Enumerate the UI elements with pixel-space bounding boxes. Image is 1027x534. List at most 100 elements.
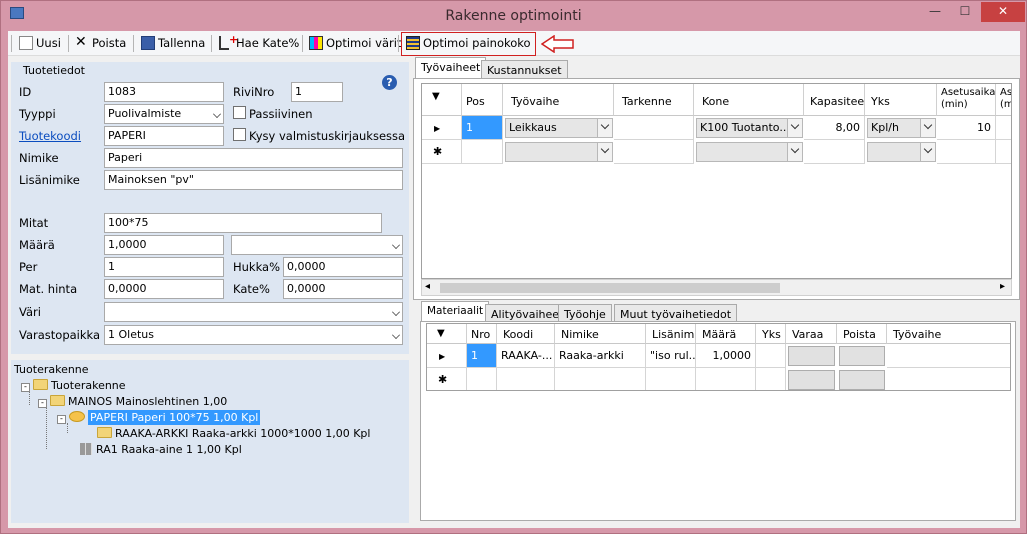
col-header-kapasiteetti[interactable]: Kapasiteetti — [804, 84, 865, 116]
cell-tyovaihe-new[interactable] — [887, 368, 1010, 390]
cell-koodi[interactable]: RAAKA-... — [497, 344, 555, 368]
nimike-field[interactable]: Paperi — [104, 148, 403, 168]
uusi-button[interactable]: Uusi — [18, 34, 61, 53]
col-header-tyovaihe[interactable]: Työvaihe — [887, 324, 1010, 344]
cell-pos-new[interactable] — [462, 140, 503, 164]
tab-tyovaiheet[interactable]: Työvaiheet — [415, 57, 487, 79]
cell-lisanimike[interactable]: "iso rul... — [646, 344, 696, 368]
cell-ase-new[interactable] — [996, 140, 1011, 164]
tree-node-selected[interactable]: - PAPERI Paperi 100*75 1,00 Kpl — [57, 410, 261, 425]
cell-yks-new[interactable] — [756, 368, 786, 390]
tree-node[interactable]: - MAINOS Mainoslehtinen 1,00 — [38, 395, 227, 408]
tree-node[interactable]: RA1 Raaka-aine 1 1,00 Kpl — [80, 443, 242, 456]
rivinro-field[interactable]: 1 — [291, 82, 343, 102]
maara-unit-select[interactable] — [231, 235, 403, 255]
cell-tarkenne[interactable] — [614, 116, 694, 140]
col-header-tarkenne[interactable]: Tarkenne — [614, 84, 694, 116]
cell-maara[interactable]: 1,0000 — [696, 344, 756, 368]
horizontal-scrollbar[interactable]: ◂ ▸ — [421, 279, 1012, 296]
kate-field[interactable]: 0,0000 — [283, 279, 403, 299]
tyovaihe-combo[interactable]: Leikkaus — [505, 118, 613, 138]
varastopaikka-select[interactable]: 1 Oletus — [104, 325, 403, 345]
col-header-nimike[interactable]: Nimike — [555, 324, 646, 344]
scroll-thumb[interactable] — [440, 283, 780, 293]
hukka-field[interactable]: 0,0000 — [283, 257, 403, 277]
maximize-button[interactable]: ☐ — [951, 2, 979, 22]
vari-select[interactable] — [104, 302, 403, 322]
optimoi-varit-button[interactable]: Optimoi värit — [308, 34, 401, 53]
cell-yks[interactable] — [756, 344, 786, 368]
hae-kate-label: Hae Kate% — [236, 36, 300, 50]
col-header-koodi[interactable]: Koodi — [497, 324, 555, 344]
yks-combo-new[interactable] — [867, 142, 936, 162]
cell-nimike[interactable]: Raaka-arkki — [555, 344, 646, 368]
scroll-left-icon[interactable]: ◂ — [425, 281, 430, 292]
poista-row-button-new[interactable] — [839, 370, 885, 390]
col-header-maara[interactable]: Määrä — [696, 324, 756, 344]
cell-tyovaihe[interactable] — [887, 344, 1010, 368]
lisanimike-field[interactable]: Mainoksen "pv" — [104, 170, 403, 190]
hae-kate-button[interactable]: + Hae Kate% — [218, 33, 300, 53]
col-header-yks[interactable]: Yks — [865, 84, 937, 116]
scroll-right-icon[interactable]: ▸ — [1000, 281, 1005, 292]
help-icon[interactable]: ? — [382, 75, 397, 90]
optimoi-painokoko-button[interactable]: Optimoi painokoko — [405, 34, 531, 53]
cell-nro-new[interactable] — [467, 368, 497, 390]
cell-tarkenne-new[interactable] — [614, 140, 694, 164]
cell-ase[interactable] — [996, 116, 1011, 140]
kone-combo[interactable]: K100 Tuotanto... — [696, 118, 803, 138]
col-header-poista[interactable]: Poista — [837, 324, 887, 344]
cell-nro[interactable]: 1 — [467, 344, 497, 368]
col-header-ase[interactable]: Ase (min — [996, 84, 1011, 116]
yks-combo[interactable]: Kpl/h — [867, 118, 936, 138]
tyovaihe-combo-new[interactable] — [505, 142, 613, 162]
kysy-checkbox[interactable] — [233, 128, 246, 141]
col-header-varaa[interactable]: Varaa — [786, 324, 837, 344]
tyyppi-select[interactable]: Puolivalmiste — [104, 104, 224, 124]
grid-item-icon — [80, 443, 92, 455]
cell-asetusaika-new[interactable] — [937, 140, 996, 164]
maara-field[interactable]: 1,0000 — [104, 235, 224, 255]
col-header-kone[interactable]: Kone — [694, 84, 804, 116]
col-header-nro[interactable]: Nro — [467, 324, 497, 344]
passiivinen-checkbox[interactable] — [233, 106, 246, 119]
col-header-lisanimike[interactable]: Lisänimike — [646, 324, 696, 344]
tallenna-button[interactable]: Tallenna — [140, 34, 205, 53]
col-header-pos[interactable]: Pos — [462, 84, 503, 116]
col-header-tyovaihe[interactable]: Työvaihe — [503, 84, 614, 116]
per-field[interactable]: 1 — [104, 257, 224, 277]
varaa-button[interactable] — [788, 346, 835, 366]
tab-kustannukset[interactable]: Kustannukset — [481, 60, 568, 80]
col-header-yks[interactable]: Yks — [756, 324, 786, 344]
chevron-down-icon — [213, 110, 221, 118]
cell-koodi-new[interactable] — [497, 368, 555, 390]
mitat-field[interactable]: 100*75 — [104, 213, 382, 233]
minimize-button[interactable]: — — [921, 2, 949, 22]
cell-kapasiteetti-new[interactable] — [804, 140, 865, 164]
cell-nimike-new[interactable] — [555, 368, 646, 390]
tree-node[interactable]: - Tuoterakenne — [21, 379, 126, 392]
tuotekoodi-link[interactable]: Tuotekoodi — [19, 129, 81, 143]
poista-row-button[interactable] — [839, 346, 885, 366]
varastopaikka-label: Varastopaikka — [19, 328, 101, 342]
new-row-indicator: ✱ — [422, 140, 462, 164]
cell-pos[interactable]: 1 — [462, 116, 503, 140]
tab-materiaalit[interactable]: Materiaalit — [421, 301, 490, 323]
cell-lisanimike-new[interactable] — [646, 368, 696, 390]
cell-asetusaika[interactable]: 10 — [937, 116, 996, 140]
varaa-button-new[interactable] — [788, 370, 835, 390]
tuotekoodi-field[interactable]: PAPERI — [104, 126, 224, 146]
col-header-asetusaika[interactable]: Asetusaika (min) — [937, 84, 996, 116]
kone-combo-new[interactable] — [696, 142, 803, 162]
poista-button[interactable]: ✕ Poista — [74, 34, 126, 53]
cell-kapasiteetti[interactable]: 8,00 — [804, 116, 865, 140]
row-current-indicator: ▶ — [427, 344, 467, 368]
mathinta-field[interactable]: 0,0000 — [104, 279, 224, 299]
cell-maara-new[interactable] — [696, 368, 756, 390]
close-button[interactable]: ✕ — [981, 2, 1025, 22]
tree-node-label: MAINOS Mainoslehtinen 1,00 — [68, 395, 228, 408]
id-field[interactable]: 1083 — [104, 82, 224, 102]
mathinta-label: Mat. hinta — [19, 282, 78, 296]
tree-node[interactable]: RAAKA-ARKKI Raaka-arkki 1000*1000 1,00 K… — [97, 427, 370, 440]
tuotetiedot-panel: Tuotetiedot ? ID 1083 RiviNro 1 Tyyppi P… — [11, 62, 409, 354]
